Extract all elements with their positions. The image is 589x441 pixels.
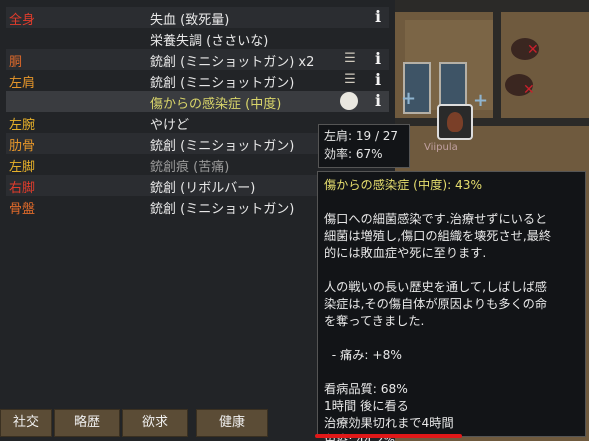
condition-label: 栄養失調 (ささいな) xyxy=(150,34,269,49)
wall xyxy=(395,118,589,126)
condition-label: 銃創 (ミニショットガン) x2 xyxy=(150,55,315,70)
tab-social[interactable]: 社交 xyxy=(0,409,52,437)
tooltip-desc-line: 傷口への細菌感染です.治療せずにいると xyxy=(324,212,548,226)
medical-plus-icon: + xyxy=(401,88,417,109)
body-part-label: 左肩 xyxy=(9,76,36,91)
tooltip-title: 傷からの感染症 (中度): 43% xyxy=(324,178,483,192)
body-part-label: 右脚 xyxy=(9,181,36,196)
body-part-label: 左腕 xyxy=(9,118,36,133)
tab-needs[interactable]: 欲求 xyxy=(122,409,188,437)
body-part-tooltip: 左肩: 19 / 27 効率: 67% xyxy=(318,124,410,168)
body-part-label: 肋骨 xyxy=(9,139,36,154)
downed-cross-icon: ✕ xyxy=(523,82,535,98)
health-row[interactable]: 全身 失血 (致死量) i xyxy=(6,7,389,28)
medical-plus-icon: + xyxy=(473,90,489,111)
tab-health[interactable]: 健康 xyxy=(196,409,268,437)
tooltip-desc-line: 細菌は増殖し,傷口の組織を壊死させ,最終 xyxy=(324,229,552,243)
body-part-label: 左脚 xyxy=(9,160,36,175)
wall xyxy=(493,0,501,126)
health-row[interactable]: 栄養失調 (ささいな) xyxy=(6,28,389,49)
tooltip-effect: - 痛み: +8% xyxy=(324,348,402,362)
body-part-label: 全身 xyxy=(9,13,36,28)
condition-label: 銃創 (ミニショットガン) xyxy=(150,202,295,217)
info-icon[interactable]: i xyxy=(372,8,384,26)
bone-icon[interactable]: ☰ xyxy=(342,72,358,88)
info-icon[interactable]: i xyxy=(372,71,384,89)
body-part-label: 胴 xyxy=(9,55,23,70)
health-row[interactable]: 左肩 銃創 (ミニショットガン) ☰ i xyxy=(6,70,389,92)
tooltip-stat: 治療効果切れまで4時間 xyxy=(324,416,454,430)
tooltip-desc-line: 的には敗血症や死に至ります. xyxy=(324,246,487,260)
downed-cross-icon: ✕ xyxy=(527,42,539,58)
pawn-name-label: Viipula xyxy=(424,142,458,153)
infection-ring-icon[interactable] xyxy=(340,92,358,110)
condition-label: 銃創 (ミニショットガン) xyxy=(150,76,295,91)
health-row[interactable]: 胴 銃創 (ミニショットガン) x2 ☰ i xyxy=(6,49,389,70)
info-icon[interactable]: i xyxy=(372,92,384,110)
tab-biography[interactable]: 略歴 xyxy=(54,409,120,437)
bone-icon[interactable]: ☰ xyxy=(342,51,358,67)
condition-label: 銃創 (ミニショットガン) xyxy=(150,139,295,154)
condition-label: 失血 (致死量) xyxy=(150,13,230,28)
hediff-tooltip: 傷からの感染症 (中度): 43% 傷口への細菌感染です.治療せずにいると 細菌… xyxy=(317,171,586,441)
part-hp: 左肩: 19 / 27 xyxy=(324,129,399,143)
selected-pawn[interactable] xyxy=(437,104,473,140)
tooltip-lore-line: を奪ってきました. xyxy=(324,314,425,328)
wall xyxy=(395,0,589,12)
tooltip-lore-line: 染症は,その傷自体が原因よりも多くの命 xyxy=(324,297,548,311)
condition-label: やけど xyxy=(150,118,190,133)
condition-label: 銃創 (リボルバー) xyxy=(150,181,256,196)
highlight-underline xyxy=(315,434,462,438)
tooltip-stat: 1時間 後に看る xyxy=(324,399,409,413)
condition-label: 銃創痕 (苦痛) xyxy=(150,160,230,175)
info-icon[interactable]: i xyxy=(372,50,384,68)
tooltip-stat: 看病品質: 68% xyxy=(324,382,408,396)
part-efficiency: 効率: 67% xyxy=(324,147,383,161)
health-row[interactable]: 傷からの感染症 (中度) i xyxy=(6,91,389,112)
tooltip-lore-line: 人の戦いの長い歴史を通して,しばしば感 xyxy=(324,280,547,294)
condition-label: 傷からの感染症 (中度) xyxy=(150,97,282,112)
body-part-label: 骨盤 xyxy=(9,202,36,217)
